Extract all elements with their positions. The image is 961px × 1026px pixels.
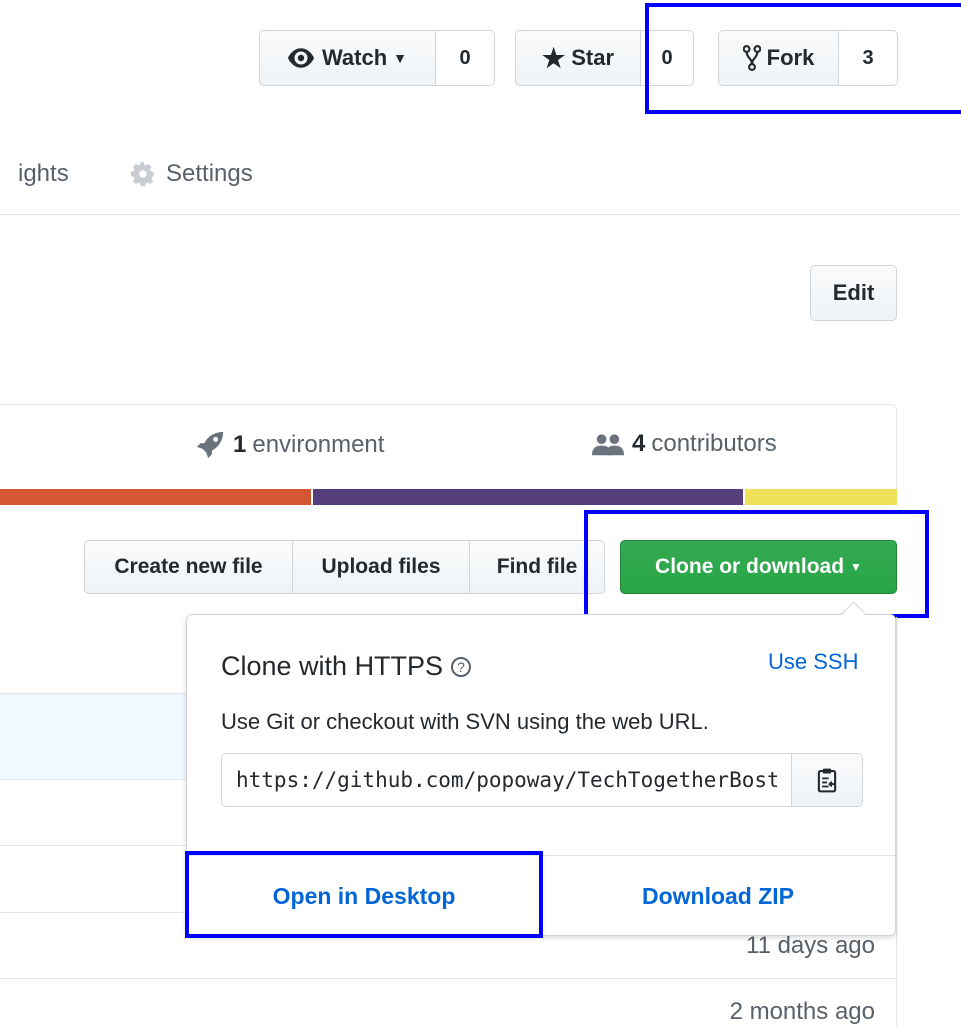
watch-count[interactable]: 0 [435,30,495,86]
environments-count: 1 [233,431,247,458]
upload-files-button[interactable]: Upload files [292,540,470,594]
tab-settings-label: Settings [166,160,253,187]
clone-title-text: Clone with HTTPS [221,651,444,681]
people-icon [592,434,624,456]
star-icon: ★ [541,42,566,73]
clipboard-icon [817,768,837,793]
watch-label: Watch [321,45,388,70]
language-bar-segment-1[interactable] [0,489,311,505]
clone-description: Use Git or checkout with SVN using the w… [221,709,709,734]
nav-divider [0,214,961,215]
star-label: Star [571,45,615,70]
clone-url-input[interactable] [222,754,791,806]
find-file-label: Find file [496,555,578,578]
tab-settings[interactable]: Settings [130,160,253,188]
highlighted-file-row [0,693,186,779]
create-new-file-button[interactable]: Create new file [84,540,293,594]
star-button[interactable]: ★ Star [515,30,641,86]
edit-label: Edit [832,280,875,305]
eye-icon [287,48,314,68]
environments-label: environment [252,431,385,458]
download-zip-link[interactable]: Download ZIP [541,856,895,936]
rocket-icon [196,431,224,459]
upload-files-label: Upload files [321,555,441,578]
question-icon[interactable]: ? [451,656,472,677]
fork-highlight-box [645,3,961,114]
clone-title: Clone with HTTPS ? [221,651,472,682]
open-desktop-highlight-box [185,851,543,938]
copy-to-clipboard-button[interactable] [791,754,862,806]
create-new-file-label: Create new file [114,555,263,578]
environments-stat[interactable]: 1 environment [195,430,384,460]
gear-icon [130,161,154,187]
contributors-count: 4 [632,430,646,457]
tab-insights[interactable]: ights [18,160,69,188]
file-row-age: 2 months ago [729,998,875,1025]
language-bar-segment-3[interactable] [745,489,897,505]
edit-button[interactable]: Edit [810,265,897,321]
contributors-label: contributors [651,430,777,457]
watch-button[interactable]: Watch ▼ [259,30,436,86]
clone-url-group [221,753,863,807]
file-row-age: 11 days ago [746,932,875,959]
use-ssh-link[interactable]: Use SSH [768,649,858,675]
clone-highlight-box [584,510,929,618]
caret-down-icon: ▼ [393,50,408,66]
tab-insights-label: ights [18,160,69,187]
language-bar-segment-2[interactable] [313,489,743,505]
row-divider [0,978,897,979]
contributors-stat[interactable]: 4 contributors [592,430,777,458]
